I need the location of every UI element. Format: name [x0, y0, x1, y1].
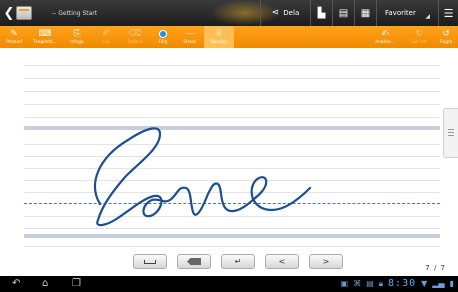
tool-redo[interactable]: ↻ Gör om — [404, 26, 434, 48]
overflow-menu-icon[interactable]: ☰ — [438, 0, 458, 26]
tool-read-label: Prtsand — [6, 39, 22, 44]
share-button[interactable]: ⋖ Dela — [260, 0, 310, 26]
tool-baseline-label: Baslinje — [210, 39, 228, 44]
dropdown-triangle-icon: ◢ — [425, 13, 430, 20]
usb-icon: ⌘ — [353, 279, 362, 288]
tool-baseline[interactable]: ☰ Baslinje — [204, 26, 234, 48]
undo-icon: ↺ — [442, 29, 450, 39]
clock: 8:30 — [388, 278, 417, 289]
tool-color[interactable]: Färg — [150, 26, 176, 48]
tool-eraser[interactable]: ⌫ Radera — [120, 26, 150, 48]
status-area: ▣ ⌘ ▤ 🔒︎ 8:30 ▼ ▂▄ ▮ — [341, 278, 454, 289]
screenshot-icon: ▣ — [340, 279, 349, 288]
notebook-icon[interactable] — [16, 6, 32, 20]
system-bar: ↶ ⌂ ❐ ▣ ⌘ ▤ 🔒︎ 8:30 ▼ ▂▄ ▮ — [0, 276, 458, 292]
space-key[interactable] — [133, 254, 167, 269]
sd-card-icon: ▤ — [366, 279, 374, 288]
handwriting-love — [93, 127, 312, 227]
baseline-icon: ☰ — [216, 30, 222, 37]
favorites-dropdown[interactable]: Favoriter ◢ — [376, 0, 438, 26]
tool-pen[interactable]: ✐ Linj — [92, 26, 120, 48]
backspace-key[interactable] — [177, 254, 211, 269]
tool-undo[interactable]: ↺ Ångra — [434, 26, 458, 48]
enter-key[interactable]: ↵ — [221, 254, 255, 269]
share-label: Dela — [283, 9, 300, 17]
tool-analyze[interactable]: ✍ Analise... — [366, 26, 404, 48]
ruled-line — [24, 65, 440, 66]
tool-eraser-label: Radera — [127, 39, 143, 44]
tool-insert[interactable]: ⎘ Infoga — [62, 26, 92, 48]
lock-icon: 🔒︎ — [378, 278, 384, 288]
recent-apps-icon[interactable]: ❐ — [72, 278, 81, 289]
back-arrow-icon[interactable]: ❮ — [4, 0, 15, 26]
home-nav-icon[interactable]: ⌂ — [42, 278, 48, 289]
pen-icon: ✐ — [102, 29, 110, 39]
prev-icon: < — [278, 257, 286, 266]
backspace-icon — [187, 258, 201, 265]
writing-page[interactable] — [0, 48, 458, 270]
eye-pen-icon: ✎ — [10, 29, 18, 39]
ruled-line — [24, 228, 440, 229]
tool-pen-label: Linj — [102, 39, 110, 44]
favorites-label: Favoriter — [385, 9, 416, 17]
keyboard-icon: ⌨ — [38, 29, 52, 39]
page-add-icon[interactable]: ▙ — [310, 0, 332, 26]
share-icon: ⋖ — [271, 8, 280, 18]
prev-key[interactable]: < — [265, 254, 299, 269]
battery-icon: ▮ — [449, 279, 454, 288]
tool-keyboard[interactable]: ⌨ Tangentb... — [28, 26, 62, 48]
signal-icon: ▂▄ — [432, 279, 445, 288]
next-key[interactable]: > — [309, 254, 343, 269]
next-icon: > — [322, 257, 330, 266]
back-nav-icon[interactable]: ↶ — [12, 278, 20, 289]
tool-keyboard-label: Tangentb... — [33, 39, 57, 44]
insert-icon: ⎘ — [73, 29, 81, 39]
grid-view-icon[interactable]: ▦ — [354, 0, 376, 26]
bottom-guide-band — [24, 234, 440, 238]
wifi-icon: ▼ — [421, 279, 428, 288]
stroke-icon: ⸺ — [184, 30, 196, 37]
enter-icon: ↵ — [234, 257, 242, 266]
color-dot-icon — [159, 29, 167, 38]
eraser-icon: ⌫ — [128, 29, 142, 39]
tool-bar: ✎ Prtsand ⌨ Tangentb... ⎘ Infoga ✐ Linj … — [0, 26, 458, 48]
tool-undo-label: Ångra — [439, 39, 453, 44]
tool-stroke[interactable]: ⸺ Streck — [176, 26, 204, 48]
tool-read[interactable]: ✎ Prtsand — [0, 26, 28, 48]
input-keys: ↵ < > — [133, 254, 343, 269]
tool-stroke-label: Streck — [183, 39, 197, 44]
tool-color-label: Färg — [158, 38, 168, 44]
notebook-title: -- Getting Start — [52, 9, 98, 17]
page-counter: 7 / 7 — [425, 264, 446, 272]
tool-redo-label: Gör om — [411, 39, 427, 44]
ruled-line — [24, 104, 440, 105]
title-bar: ❮ -- Getting Start ⋖ Dela ▙ ▤ ▦ Favorite… — [0, 0, 458, 26]
tool-analyze-label: Analise... — [375, 39, 395, 44]
redo-icon: ↻ — [415, 29, 423, 39]
page-settings-icon[interactable]: ▤ — [332, 0, 354, 26]
tool-insert-label: Infoga — [70, 39, 84, 44]
space-icon — [144, 259, 156, 264]
ruled-line — [24, 246, 440, 247]
ruled-line — [24, 91, 440, 92]
analyze-icon: ✍ — [381, 29, 389, 39]
ruled-line — [24, 78, 440, 79]
side-scroll-tab[interactable] — [443, 108, 458, 158]
